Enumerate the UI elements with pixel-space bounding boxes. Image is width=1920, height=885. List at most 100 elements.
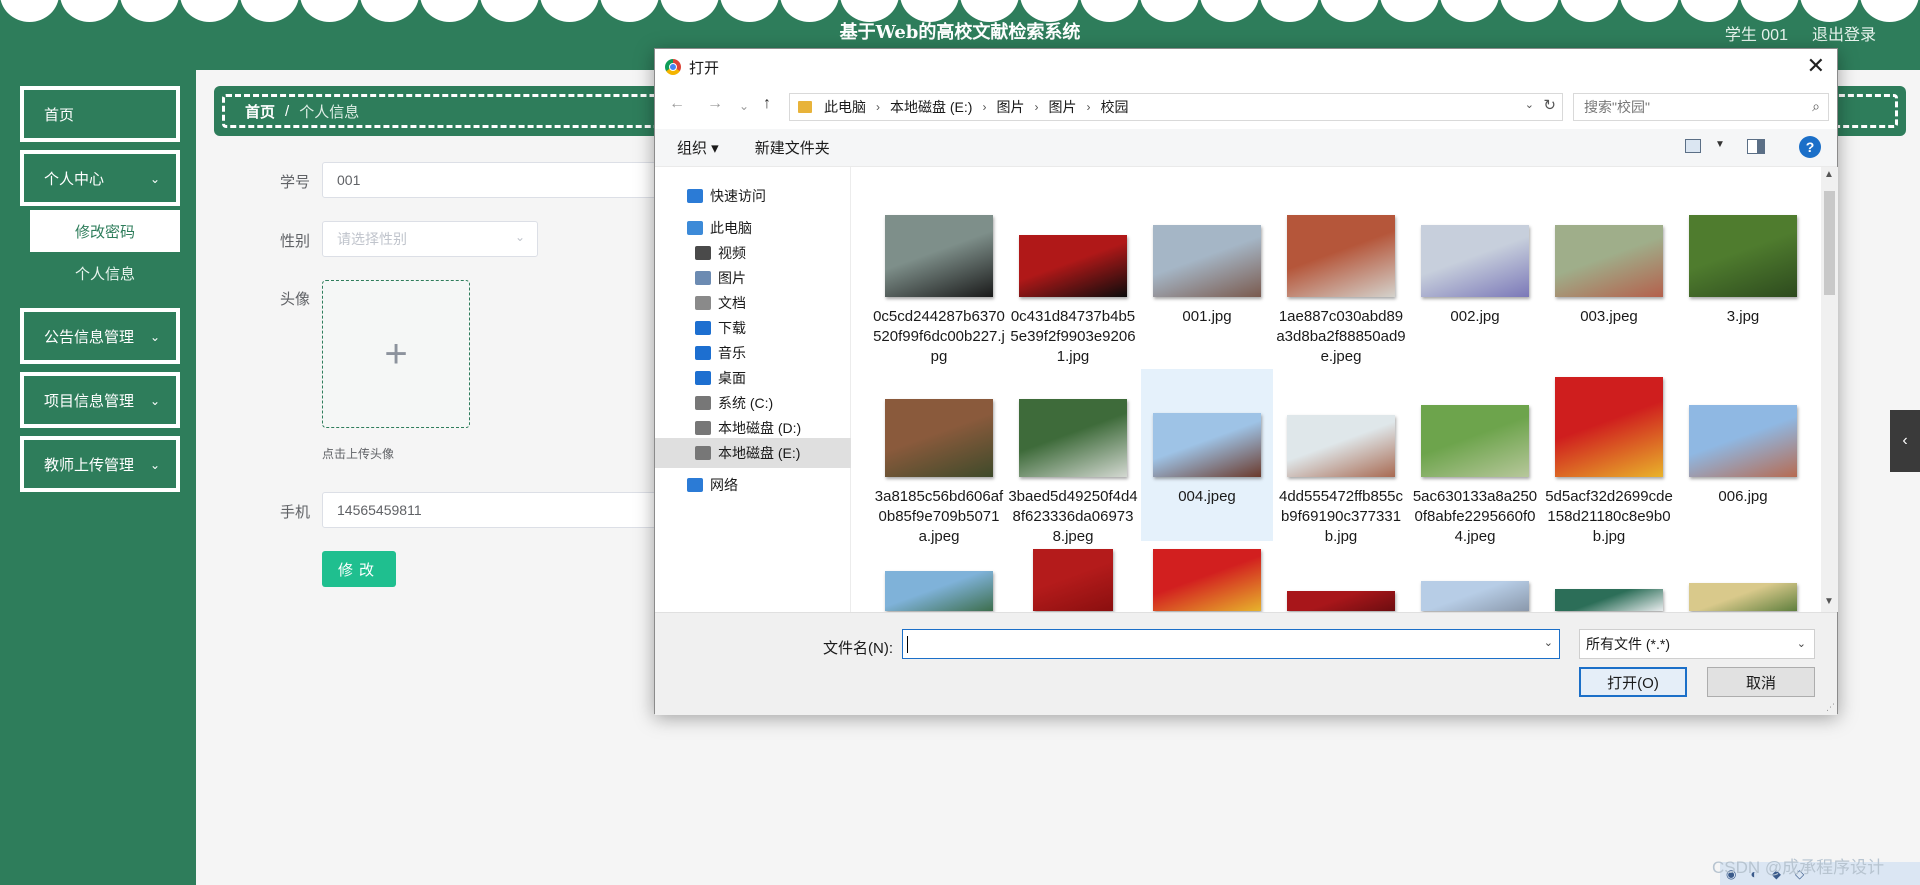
file-item[interactable]: 003.jpeg bbox=[1543, 189, 1675, 361]
file-item[interactable]: 4dd555472ffb855cb9f69190c377331b.jpg bbox=[1275, 369, 1407, 545]
open-button[interactable]: 打开(O) bbox=[1579, 667, 1687, 697]
chevron-down-icon: ⌄ bbox=[149, 330, 160, 344]
scrollbar-thumb[interactable] bbox=[1824, 191, 1835, 295]
help-icon[interactable]: ? bbox=[1799, 136, 1821, 158]
submenu-item-change-password[interactable]: 修改密码 bbox=[30, 210, 180, 252]
file-item[interactable] bbox=[1275, 549, 1407, 612]
avatar-uploader[interactable]: + bbox=[322, 280, 470, 428]
path-segment[interactable]: 校园 bbox=[1100, 97, 1128, 117]
file-item[interactable]: 001.jpg bbox=[1141, 189, 1273, 361]
navigation-pane: 快速访问 此电脑 视频 图片 文档 下载 音乐 桌面 系统 (C:) 本地磁盘 (D:) 本地磁盘 … bbox=[655, 167, 851, 612]
file-item[interactable]: 004.jpeg bbox=[1141, 369, 1273, 541]
chevron-right-icon: › bbox=[1086, 100, 1091, 114]
image-thumbnail bbox=[1421, 405, 1529, 477]
image-thumbnail bbox=[1287, 591, 1395, 611]
file-item[interactable]: 1ae887c030abd89a3d8ba2f88850ad9e.jpeg bbox=[1275, 189, 1407, 365]
nav-pane-item[interactable]: 网络 bbox=[655, 470, 851, 500]
file-name: 0c5cd244287b6370520f99f6dc00b227.jpg bbox=[873, 308, 1005, 365]
chevron-down-icon[interactable]: ▼ bbox=[1715, 139, 1725, 150]
plus-icon: + bbox=[384, 331, 408, 376]
sidebar-item-label: 首页 bbox=[44, 106, 75, 124]
file-item[interactable]: 0c431d84737b4b55e39f2f9903e92061.jpg bbox=[1007, 189, 1139, 365]
path-segment[interactable]: 图片 bbox=[996, 97, 1024, 117]
chevron-down-icon[interactable]: ⌄ bbox=[1525, 98, 1534, 111]
image-thumbnail bbox=[1555, 225, 1663, 297]
phone-label: 手机 bbox=[280, 504, 311, 521]
back-arrow-icon[interactable]: ← bbox=[669, 95, 685, 113]
sidebar-item-personal-center[interactable]: 个人中心 ⌄ bbox=[20, 150, 180, 206]
dialog-toolbar: 组织 ▾ 新建文件夹 ▼ ? bbox=[655, 129, 1837, 167]
view-mode-icon[interactable] bbox=[1685, 139, 1701, 153]
organize-button[interactable]: 组织 ▾ bbox=[677, 137, 719, 158]
file-type-value: 所有文件 (*.*) bbox=[1586, 636, 1670, 652]
new-folder-button[interactable]: 新建文件夹 bbox=[755, 137, 830, 158]
file-item[interactable]: 0c5cd244287b6370520f99f6dc00b227.jpg bbox=[873, 189, 1005, 365]
file-item[interactable]: 002.jpg bbox=[1409, 189, 1541, 361]
file-item[interactable]: 5ac630133a8a2500f8abfe2295660f04.jpeg bbox=[1409, 369, 1541, 545]
cancel-button[interactable]: 取消 bbox=[1707, 667, 1815, 697]
preview-pane-icon[interactable] bbox=[1747, 139, 1765, 154]
documents-icon bbox=[695, 296, 711, 310]
file-item[interactable] bbox=[1543, 549, 1675, 612]
scroll-down-icon[interactable]: ▼ bbox=[1824, 596, 1834, 607]
path-segment[interactable]: 本地磁盘 (E:) bbox=[890, 97, 972, 117]
sidebar-item-home[interactable]: 首页 bbox=[20, 86, 180, 142]
resize-grip-icon[interactable]: ⋰ bbox=[1826, 702, 1835, 713]
upload-tip: 点击上传头像 bbox=[322, 447, 395, 461]
file-name: 1ae887c030abd89a3d8ba2f88850ad9e.jpeg bbox=[1276, 308, 1406, 365]
chevron-down-icon[interactable]: ⌄ bbox=[1544, 636, 1553, 649]
forward-arrow-icon[interactable]: → bbox=[707, 95, 723, 113]
file-name: 0c431d84737b4b55e39f2f9903e92061.jpg bbox=[1010, 308, 1136, 365]
avatar-label: 头像 bbox=[280, 291, 311, 308]
filename-input[interactable]: ⌄ bbox=[902, 629, 1560, 659]
image-thumbnail bbox=[885, 215, 993, 297]
sidebar-item-project[interactable]: 项目信息管理 ⌄ bbox=[20, 372, 180, 428]
star-icon bbox=[687, 189, 703, 203]
scroll-up-icon[interactable]: ▲ bbox=[1824, 169, 1834, 180]
file-item[interactable] bbox=[1007, 549, 1139, 612]
file-type-select[interactable]: 所有文件 (*.*) ⌄ bbox=[1579, 629, 1815, 659]
image-thumbnail bbox=[1033, 549, 1113, 611]
submenu-item-personal-info[interactable]: 个人信息 bbox=[30, 252, 180, 294]
file-item[interactable] bbox=[873, 549, 1005, 612]
nav-pane-label: 网络 bbox=[710, 477, 738, 493]
network-icon bbox=[687, 478, 703, 492]
file-item[interactable]: 3.jpg bbox=[1677, 189, 1809, 361]
file-item[interactable]: 006.jpg bbox=[1677, 369, 1809, 541]
file-item[interactable] bbox=[1409, 549, 1541, 612]
refresh-icon[interactable]: ↻ bbox=[1543, 96, 1556, 114]
path-segment[interactable]: 图片 bbox=[1048, 97, 1076, 117]
video-icon bbox=[695, 246, 711, 260]
close-icon[interactable]: ✕ bbox=[1807, 53, 1825, 79]
nav-pane-item[interactable]: 本地磁盘 (E:) bbox=[655, 438, 851, 468]
sidebar-item-teacher-upload[interactable]: 教师上传管理 ⌄ bbox=[20, 436, 180, 492]
breadcrumb-home[interactable]: 首页 bbox=[245, 101, 275, 122]
sidebar-item-label: 教师上传管理 bbox=[44, 456, 135, 474]
address-bar[interactable]: 此电脑 › 本地磁盘 (E:) › 图片 › 图片 › 校园 ⌄ ↻ bbox=[789, 93, 1563, 121]
sidebar-item-announcement[interactable]: 公告信息管理 ⌄ bbox=[20, 308, 180, 364]
chevron-left-icon[interactable]: ‹ bbox=[1890, 410, 1920, 472]
submit-button[interactable]: 修改 bbox=[322, 551, 396, 587]
file-item[interactable] bbox=[1141, 549, 1273, 612]
nav-pane-item[interactable]: 快速访问 bbox=[655, 181, 851, 211]
file-item[interactable] bbox=[1677, 549, 1809, 612]
search-input[interactable]: 搜索"校园" ⌕ bbox=[1573, 93, 1829, 121]
dialog-titlebar[interactable]: 打开 ✕ bbox=[655, 49, 1837, 85]
file-item[interactable]: 5d5acf32d2699cde158d21180c8e9b0b.jpg bbox=[1543, 369, 1675, 545]
file-item[interactable]: 3a8185c56bd606af0b85f9e709b5071a.jpeg bbox=[873, 369, 1005, 545]
up-arrow-icon[interactable]: ↑ bbox=[763, 95, 771, 113]
logout-link[interactable]: 退出登录 bbox=[1812, 21, 1876, 45]
chevron-down-icon: ⌄ bbox=[149, 172, 160, 186]
recent-locations-icon[interactable]: ⌄ bbox=[739, 99, 749, 113]
vertical-scrollbar[interactable]: ▲ ▼ bbox=[1821, 167, 1838, 612]
file-name: 5d5acf32d2699cde158d21180c8e9b0b.jpg bbox=[1545, 488, 1673, 545]
pictures-icon bbox=[695, 271, 711, 285]
image-thumbnail bbox=[1421, 581, 1529, 611]
file-list: 0c5cd244287b6370520f99f6dc00b227.jpg 0c43… bbox=[851, 167, 1821, 612]
image-thumbnail bbox=[1689, 215, 1797, 297]
file-item[interactable]: 3baed5d49250f4d48f623336da069738.jpeg bbox=[1007, 369, 1139, 545]
nav-pane-label: 图片 bbox=[718, 270, 746, 286]
gender-select[interactable]: 请选择性别 ⌄ bbox=[322, 221, 538, 257]
path-segment[interactable]: 此电脑 bbox=[824, 97, 866, 117]
user-area: 学生 001 退出登录 bbox=[1725, 21, 1876, 45]
